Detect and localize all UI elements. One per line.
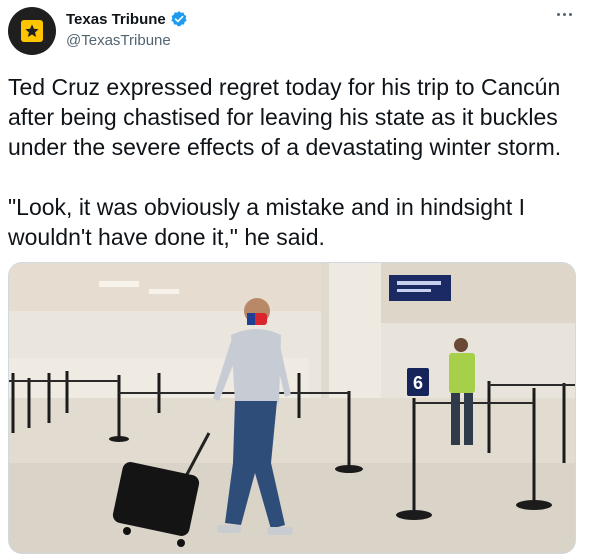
verified-badge-icon bbox=[170, 10, 188, 28]
more-options-icon[interactable] bbox=[553, 9, 576, 20]
account-name[interactable]: Texas Tribune bbox=[66, 11, 166, 28]
tweet-text: Ted Cruz expressed regret today for his … bbox=[8, 72, 578, 252]
account-handle[interactable]: @TexasTribune bbox=[66, 32, 171, 49]
tweet-photo[interactable]: 6 bbox=[8, 262, 576, 554]
account-name-row: Texas Tribune bbox=[66, 10, 188, 28]
tweet-paragraph-2: "Look, it was obviously a mistake and in… bbox=[8, 194, 525, 250]
star-icon bbox=[21, 20, 43, 42]
avatar[interactable] bbox=[8, 7, 56, 55]
gate-sign-number: 6 bbox=[413, 373, 423, 393]
tweet-paragraph-1: Ted Cruz expressed regret today for his … bbox=[8, 74, 562, 160]
